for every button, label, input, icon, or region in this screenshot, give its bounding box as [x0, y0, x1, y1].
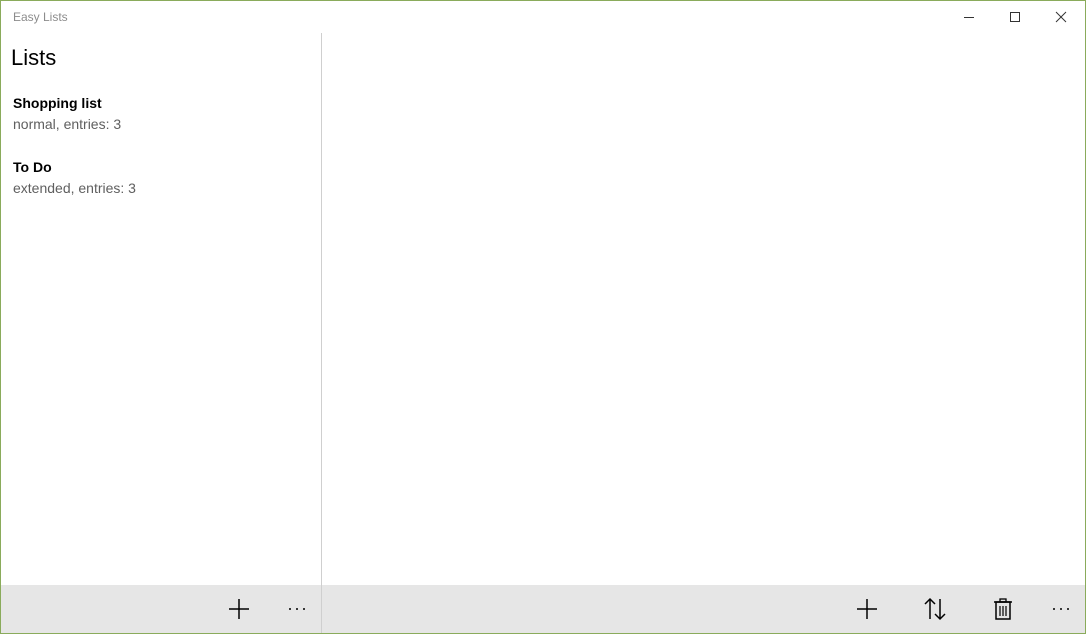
list-item-name: To Do [13, 159, 52, 175]
sort-icon [924, 597, 946, 621]
left-command-bar [1, 585, 322, 633]
add-icon [229, 599, 249, 619]
maximize-icon [1010, 12, 1020, 22]
add-entry-button[interactable] [843, 585, 891, 633]
window-title: Easy Lists [13, 10, 68, 24]
list-item-detail: normal, entries: 3 [13, 116, 122, 132]
add-list-button[interactable] [215, 585, 263, 633]
page-title: Lists [11, 45, 57, 70]
right-command-bar [322, 585, 1085, 633]
list-item-detail: extended, entries: 3 [13, 180, 136, 196]
title-bar[interactable]: Easy Lists [1, 1, 1085, 33]
right-more-button[interactable] [1037, 585, 1085, 633]
sort-button[interactable] [911, 585, 959, 633]
lists-pane: Lists Shopping list normal, entries: 3 T… [1, 33, 322, 633]
close-icon [1055, 11, 1067, 23]
list-item-shopping-list[interactable]: Shopping list normal, entries: 3 [1, 95, 321, 151]
left-more-button[interactable] [273, 585, 321, 633]
add-icon [857, 599, 877, 619]
minimize-icon [964, 17, 974, 18]
delete-button[interactable] [979, 585, 1027, 633]
app-window: Easy Lists Lists Shopping list normal, e… [0, 0, 1086, 634]
more-icon [1053, 608, 1069, 610]
list-item-name: Shopping list [13, 95, 102, 111]
more-icon [289, 608, 305, 610]
list-item-to-do[interactable]: To Do extended, entries: 3 [1, 159, 321, 215]
maximize-button[interactable] [992, 1, 1038, 33]
delete-icon [994, 598, 1012, 620]
close-button[interactable] [1038, 1, 1084, 33]
minimize-button[interactable] [946, 1, 992, 33]
list-detail-pane [322, 33, 1085, 585]
